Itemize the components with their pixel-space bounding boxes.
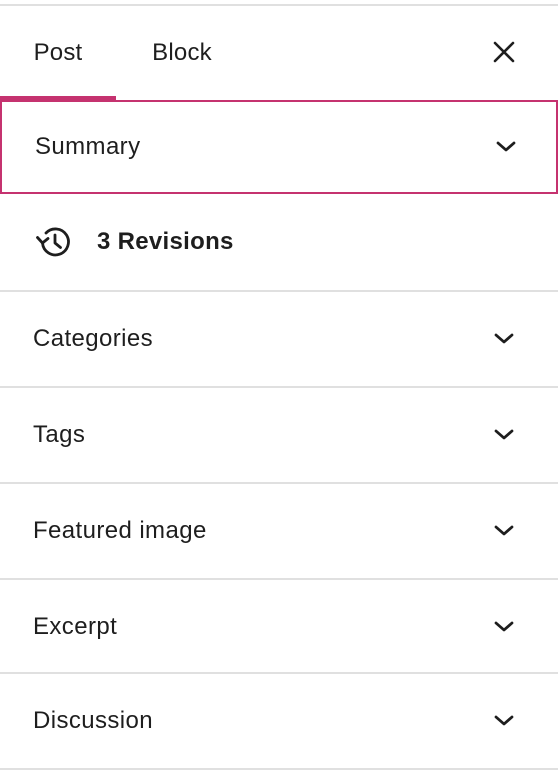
panel-categories[interactable]: Categories [0, 290, 558, 386]
chevron-down-icon [494, 621, 514, 632]
tab-block[interactable]: Block [116, 6, 248, 100]
panel-excerpt-label: Excerpt [33, 613, 118, 640]
panel-discussion[interactable]: Discussion [0, 672, 558, 768]
tab-post-label: Post [33, 39, 83, 66]
revisions-link[interactable]: 3 Revisions [0, 194, 558, 290]
panel-summary-label: Summary [35, 133, 141, 160]
panel-categories-label: Categories [33, 325, 154, 352]
chevron-down-icon [494, 333, 514, 344]
chevron-down-icon [496, 141, 516, 152]
panel-discussion-label: Discussion [33, 707, 154, 734]
chevron-down-icon [494, 715, 514, 726]
panel-featured-image-label: Featured image [33, 517, 207, 544]
panel-tags[interactable]: Tags [0, 386, 558, 482]
chevron-down-icon [494, 525, 514, 536]
bottom-divider [0, 768, 558, 770]
panel-featured-image[interactable]: Featured image [0, 482, 558, 578]
tab-block-label: Block [152, 39, 212, 66]
post-settings-sidebar: Post Block Summary 3 Revisions Categorie… [0, 0, 558, 772]
panel-excerpt[interactable]: Excerpt [0, 578, 558, 674]
sidebar-tabs: Post Block [0, 6, 558, 100]
close-icon [493, 41, 515, 63]
panel-tags-label: Tags [33, 421, 86, 448]
panel-summary[interactable]: Summary [0, 100, 558, 194]
revisions-label: 3 Revisions [97, 228, 234, 255]
tab-post[interactable]: Post [0, 6, 116, 100]
history-icon [36, 227, 70, 257]
close-sidebar-button[interactable] [480, 28, 528, 76]
chevron-down-icon [494, 429, 514, 440]
